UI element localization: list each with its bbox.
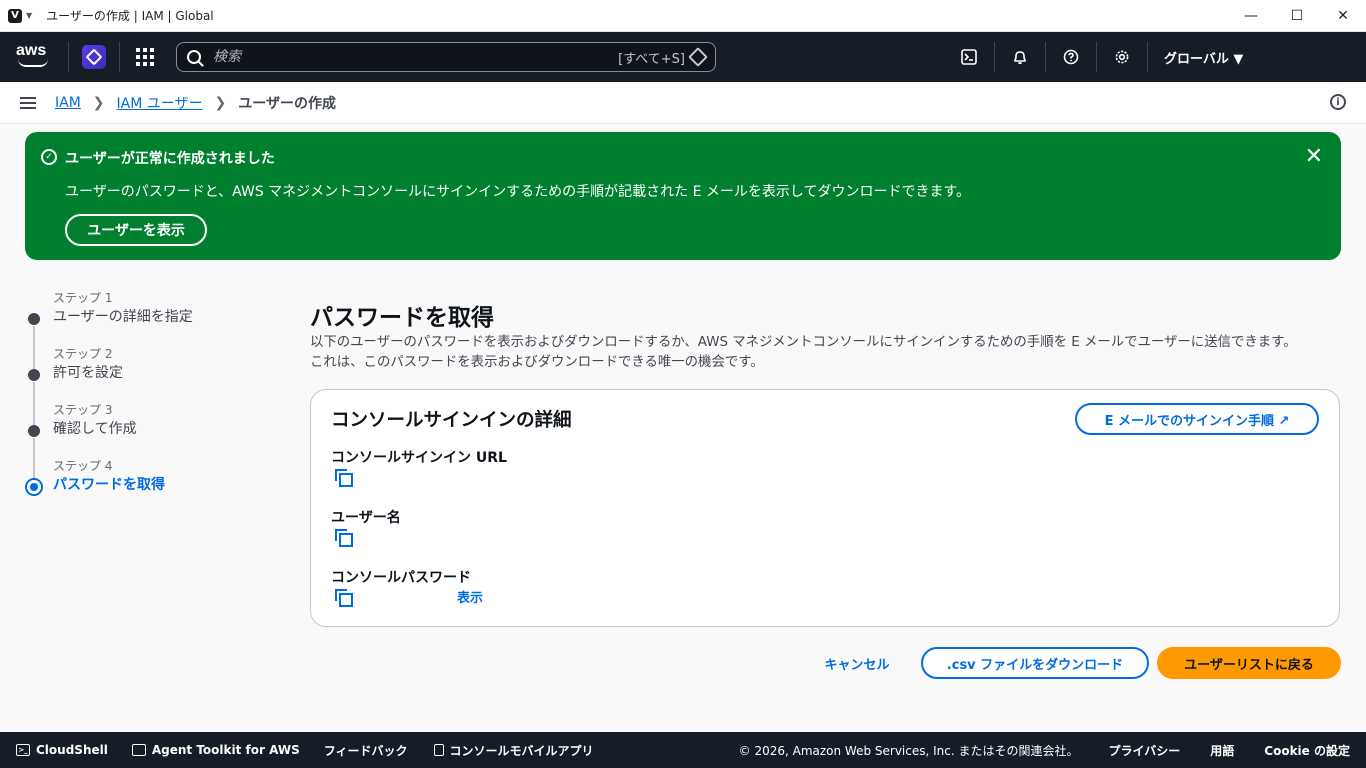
search-input[interactable]	[213, 49, 619, 65]
help-icon	[1063, 49, 1079, 65]
toolkit-icon	[131, 744, 146, 756]
step-2[interactable]: ステップ 2 許可を設定	[24, 346, 284, 428]
footer-agent-toolkit-label: Agent Toolkit for AWS	[151, 743, 300, 757]
search-shortcut-hint: [すべて+S]	[618, 51, 685, 67]
step-dot-icon	[28, 313, 40, 325]
console-footer: >_ CloudShell Agent Toolkit for AWS フィード…	[0, 732, 1366, 768]
step-label: 許可を設定	[53, 365, 123, 381]
return-to-users-button[interactable]: ユーザーリストに戻る	[1157, 647, 1341, 679]
footer-privacy-link[interactable]: プライバシー	[1109, 742, 1181, 759]
footer-cloudshell[interactable]: >_ CloudShell	[16, 743, 108, 757]
gear-icon	[1115, 50, 1129, 64]
mobile-app-icon	[433, 744, 444, 756]
browser-logo-icon[interactable]: V	[8, 8, 22, 23]
bell-icon	[1014, 51, 1026, 65]
maximize-button[interactable]: ☐	[1274, 0, 1320, 32]
aws-logo-text: aws	[16, 42, 47, 59]
footer-mobile-app[interactable]: コンソールモバイルアプリ	[433, 742, 594, 759]
console-url-label: コンソールサインイン URL	[331, 450, 507, 466]
region-selector[interactable]: グローバル ▼	[1148, 48, 1366, 67]
help-button[interactable]	[1046, 32, 1096, 82]
breadcrumb-current: ユーザーの作成	[238, 95, 336, 112]
close-icon[interactable]: ✕	[1305, 144, 1323, 169]
step-number: ステップ 1	[53, 291, 113, 305]
flash-title: ユーザーが正常に作成されました	[65, 151, 275, 167]
info-icon[interactable]: i	[1330, 94, 1346, 110]
minimize-button[interactable]: —	[1228, 0, 1274, 32]
cancel-button[interactable]: キャンセル	[812, 647, 902, 679]
copy-icon[interactable]	[335, 529, 353, 547]
step-label: パスワードを取得	[53, 477, 165, 493]
aws-top-nav: aws [すべて+S] グローバル ▼	[0, 32, 1366, 82]
page-description-line-2: これは、このパスワードを表示およびダウンロードできる唯一の機会です。	[310, 355, 764, 370]
extension-icon[interactable]	[82, 45, 106, 69]
page-description-line-1: 以下のユーザーのパスワードを表示およびダウンロードするか、AWS マネジメントコ…	[310, 335, 1297, 350]
step-number: ステップ 3	[53, 403, 113, 417]
check-circle-icon: ✓	[41, 149, 57, 165]
search-icon	[187, 50, 201, 64]
footer-mobile-app-label: コンソールモバイルアプリ	[449, 743, 594, 758]
close-window-button[interactable]: ✕	[1320, 0, 1366, 32]
footer-terms-link[interactable]: 用語	[1210, 742, 1234, 759]
step-label: ユーザーの詳細を指定	[53, 309, 193, 325]
window-title: ユーザーの作成 | IAM | Global	[46, 9, 214, 23]
copy-icon[interactable]	[335, 469, 353, 487]
footer-cookie-link[interactable]: Cookie の設定	[1264, 742, 1350, 759]
footer-cloudshell-label: CloudShell	[36, 743, 108, 757]
email-signin-instructions-button[interactable]: E メールでのサインイン手順 ↗	[1075, 403, 1319, 435]
footer-feedback-link[interactable]: フィードバック	[324, 742, 408, 759]
cloudshell-icon	[961, 49, 977, 65]
step-3[interactable]: ステップ 3 確認して作成	[24, 402, 284, 484]
download-csv-button[interactable]: .csv ファイルをダウンロード	[921, 647, 1149, 679]
step-dot-icon	[28, 369, 40, 381]
step-number: ステップ 2	[53, 347, 113, 361]
success-flashbar: ✓ ユーザーが正常に作成されました ユーザーのパスワードと、AWS マネジメント…	[25, 132, 1341, 260]
step-number: ステップ 4	[53, 459, 113, 473]
view-user-button[interactable]: ユーザーを表示	[65, 214, 207, 246]
step-4-current: ステップ 4 パスワードを取得	[24, 458, 284, 514]
amazon-q-icon[interactable]	[688, 47, 708, 67]
console-signin-details-card: コンソールサインインの詳細 E メールでのサインイン手順 ↗ コンソールサインイ…	[310, 389, 1340, 627]
search-bar[interactable]: [すべて+S]	[176, 42, 716, 72]
hamburger-menu-icon[interactable]	[20, 96, 36, 109]
flash-message: ユーザーのパスワードと、AWS マネジメントコンソールにサインインするための手順…	[65, 184, 971, 200]
cloudshell-nav-button[interactable]	[944, 32, 994, 82]
page-title: パスワードを取得	[310, 305, 494, 331]
footer-agent-toolkit[interactable]: Agent Toolkit for AWS	[131, 743, 300, 757]
console-password-label: コンソールパスワード	[331, 570, 471, 586]
page-description: 以下のユーザーのパスワードを表示およびダウンロードするか、AWS マネジメントコ…	[310, 333, 1350, 373]
breadcrumb-iam[interactable]: IAM	[55, 95, 81, 111]
chevron-right-icon: ❯	[214, 94, 227, 111]
step-dot-icon	[28, 425, 40, 437]
notifications-button[interactable]	[995, 32, 1045, 82]
step-current-dot-icon	[25, 478, 43, 496]
breadcrumb-iam-users[interactable]: IAM ユーザー	[117, 93, 203, 113]
step-1[interactable]: ステップ 1 ユーザーの詳細を指定	[24, 290, 284, 372]
chevron-right-icon: ❯	[92, 94, 105, 111]
wizard-steps: ステップ 1 ユーザーの詳細を指定 ステップ 2 許可を設定 ステップ 3 確認…	[24, 290, 284, 514]
copy-icon[interactable]	[335, 589, 353, 607]
show-password-link[interactable]: 表示	[457, 587, 483, 606]
step-label: 確認して作成	[53, 421, 137, 437]
card-title: コンソールサインインの詳細	[331, 410, 572, 431]
footer-copyright: © 2026, Amazon Web Services, Inc. またはその関…	[738, 743, 1079, 758]
browser-titlebar: V ▼ ユーザーの作成 | IAM | Global — ☐ ✕	[0, 0, 1366, 32]
cloudshell-icon: >_	[16, 744, 30, 756]
services-grid-icon[interactable]	[136, 48, 154, 66]
settings-button[interactable]	[1097, 32, 1147, 82]
breadcrumb-bar: IAM ❯ IAM ユーザー ❯ ユーザーの作成 i	[0, 82, 1366, 124]
aws-logo[interactable]: aws	[16, 42, 52, 70]
browser-menu-caret-icon[interactable]: ▼	[26, 11, 32, 20]
username-label: ユーザー名	[331, 510, 401, 526]
